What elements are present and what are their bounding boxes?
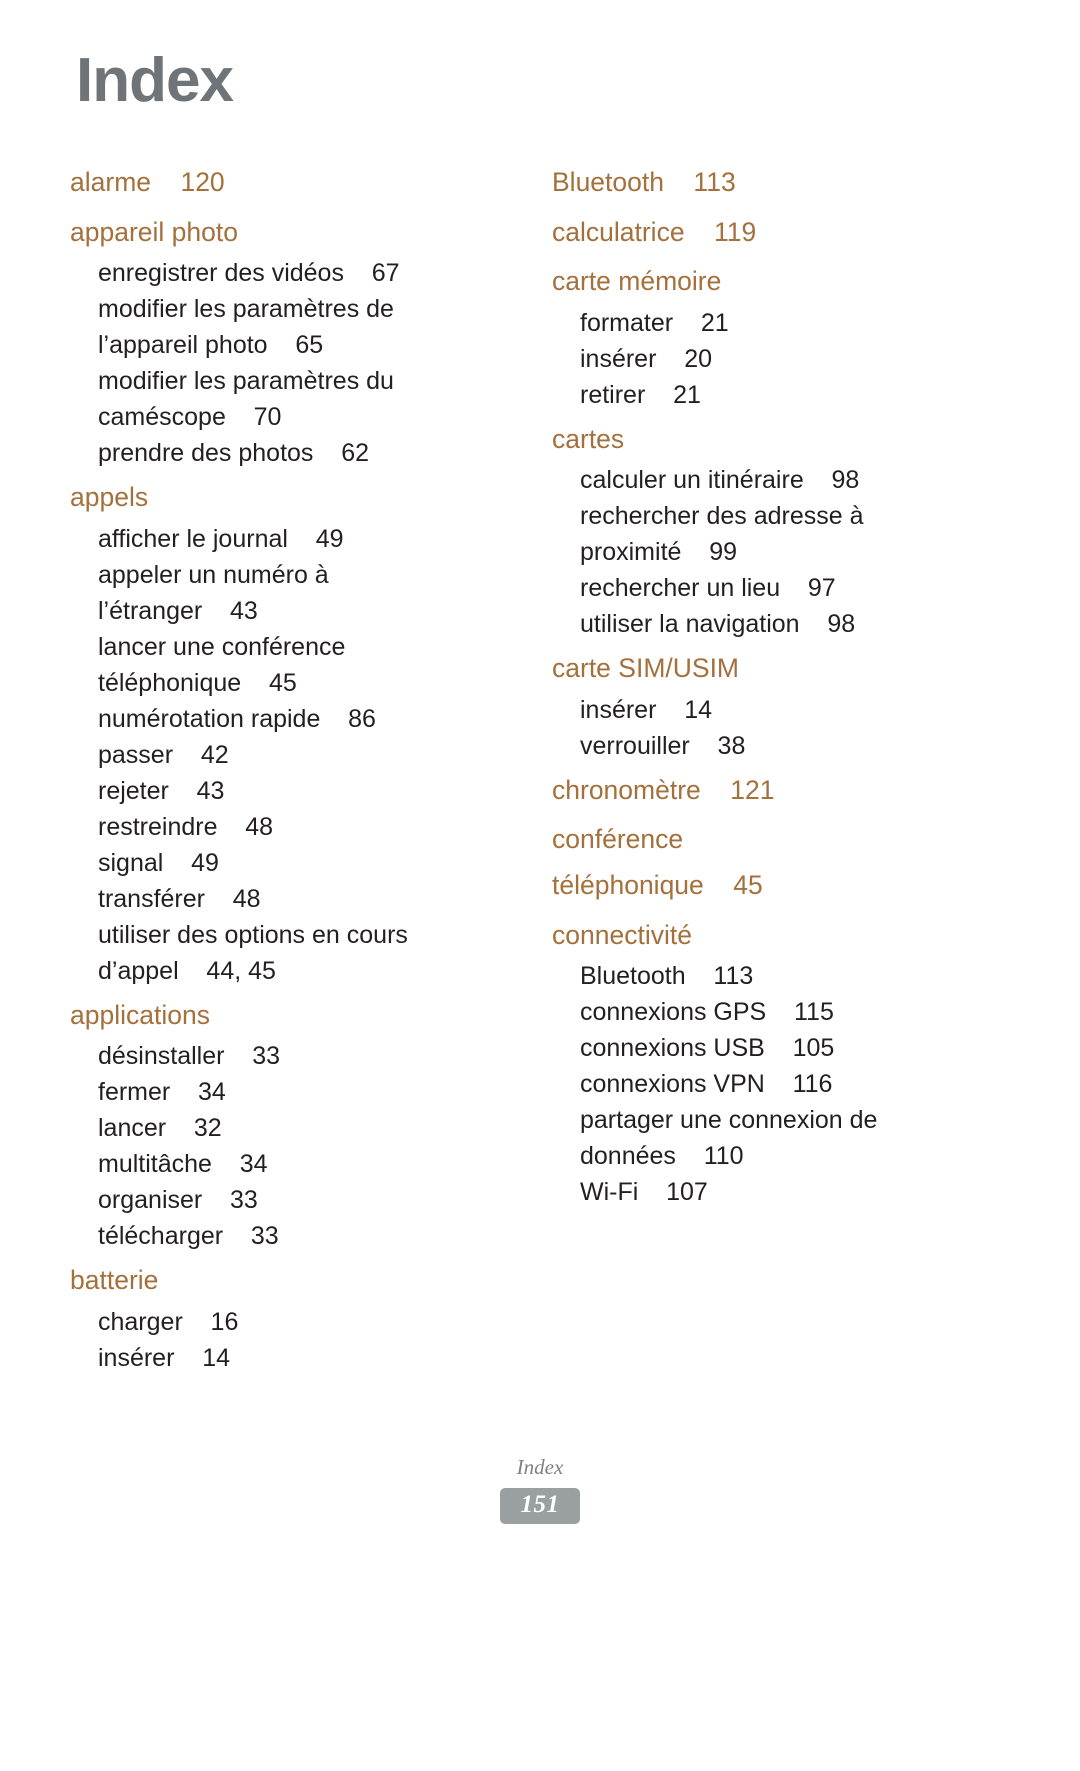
index-entry: appels afficher le journal 49 appeler un… (70, 475, 494, 989)
index-subentry[interactable]: utiliser la navigation 98 (552, 606, 976, 642)
index-subentry[interactable]: organiser 33 (70, 1182, 494, 1218)
index-subentry[interactable]: multitâche 34 (70, 1146, 494, 1182)
index-subentry[interactable]: rechercher un lieu 97 (552, 570, 976, 606)
index-entry-term[interactable]: carte SIM/USIM (552, 646, 976, 692)
index-subentry[interactable]: connexions GPS 115 (552, 994, 976, 1030)
index-subentry[interactable]: enregistrer des vidéos 67 (70, 255, 494, 291)
index-subentry-list: formater 21 insérer 20 retirer 21 (552, 305, 976, 413)
index-subentry[interactable]: modifier les paramètres de l’appareil ph… (70, 291, 494, 363)
index-subentry[interactable]: désinstaller 33 (70, 1038, 494, 1074)
index-subentry[interactable]: Bluetooth 113 (552, 958, 976, 994)
index-subentry[interactable]: formater 21 (552, 305, 976, 341)
index-subentry[interactable]: charger 16 (70, 1304, 494, 1340)
page-footer: Index 151 (0, 1455, 1080, 1525)
index-entry: chronomètre 121 (552, 768, 976, 814)
index-page: Index alarme 120 appareil photo enregist… (0, 0, 1080, 1771)
index-entry-term[interactable]: conférence téléphonique 45 (552, 817, 976, 908)
index-subentry[interactable]: rechercher des adresse à proximité 99 (552, 498, 976, 570)
index-subentry-list: insérer 14 verrouiller 38 (552, 692, 976, 764)
index-subentry[interactable]: fermer 34 (70, 1074, 494, 1110)
footer-section-label: Index (516, 1455, 564, 1479)
index-subentry-list: afficher le journal 49 appeler un numéro… (70, 521, 494, 989)
index-subentry[interactable]: numérotation rapide 86 (70, 701, 494, 737)
index-entry: conférence téléphonique 45 (552, 817, 976, 908)
index-entry: applications désinstaller 33 fermer 34 l… (70, 993, 494, 1255)
index-entry-term[interactable]: alarme 120 (70, 160, 494, 206)
index-subentry-list: charger 16 insérer 14 (70, 1304, 494, 1376)
index-subentry[interactable]: calculer un itinéraire 98 (552, 462, 976, 498)
index-subentry-list: enregistrer des vidéos 67 modifier les p… (70, 255, 494, 471)
index-entry: batterie charger 16 insérer 14 (70, 1258, 494, 1376)
index-subentry[interactable]: signal 49 (70, 845, 494, 881)
index-entry: alarme 120 (70, 160, 494, 206)
index-subentry[interactable]: afficher le journal 49 (70, 521, 494, 557)
page-title: Index (76, 46, 234, 115)
index-entry-term[interactable]: chronomètre 121 (552, 768, 976, 814)
index-entry: appareil photo enregistrer des vidéos 67… (70, 210, 494, 472)
index-entry: cartes calculer un itinéraire 98 recherc… (552, 417, 976, 643)
index-subentry[interactable]: prendre des photos 62 (70, 435, 494, 471)
index-columns: alarme 120 appareil photo enregistrer de… (70, 160, 1010, 1376)
index-subentry-list: calculer un itinéraire 98 rechercher des… (552, 462, 976, 642)
index-subentry[interactable]: restreindre 48 (70, 809, 494, 845)
page-number-badge: 151 (500, 1488, 580, 1525)
index-subentry[interactable]: télécharger 33 (70, 1218, 494, 1254)
index-subentry-list: désinstaller 33 fermer 34 lancer 32 mult… (70, 1038, 494, 1254)
index-subentry[interactable]: rejeter 43 (70, 773, 494, 809)
index-subentry[interactable]: lancer 32 (70, 1110, 494, 1146)
index-subentry[interactable]: insérer 14 (552, 692, 976, 728)
index-column-right: Bluetooth 113 calculatrice 119 carte mém… (552, 160, 976, 1376)
index-subentry[interactable]: transférer 48 (70, 881, 494, 917)
index-entry-term[interactable]: appels (70, 475, 494, 521)
index-entry-term[interactable]: cartes (552, 417, 976, 463)
index-entry-term[interactable]: connectivité (552, 913, 976, 959)
index-subentry[interactable]: passer 42 (70, 737, 494, 773)
index-entry: Bluetooth 113 (552, 160, 976, 206)
index-subentry[interactable]: insérer 20 (552, 341, 976, 377)
index-subentry[interactable]: verrouiller 38 (552, 728, 976, 764)
index-entry-term[interactable]: applications (70, 993, 494, 1039)
index-entry-term[interactable]: Bluetooth 113 (552, 160, 976, 206)
index-entry: calculatrice 119 (552, 210, 976, 256)
index-subentry[interactable]: connexions VPN 116 (552, 1066, 976, 1102)
index-entry-term[interactable]: calculatrice 119 (552, 210, 976, 256)
index-column-left: alarme 120 appareil photo enregistrer de… (70, 160, 494, 1376)
index-subentry[interactable]: lancer une conférence téléphonique 45 (70, 629, 494, 701)
index-subentry[interactable]: retirer 21 (552, 377, 976, 413)
index-entry-term[interactable]: appareil photo (70, 210, 494, 256)
index-subentry-list: Bluetooth 113 connexions GPS 115 connexi… (552, 958, 976, 1210)
index-entry: connectivité Bluetooth 113 connexions GP… (552, 913, 976, 1211)
index-entry-term[interactable]: batterie (70, 1258, 494, 1304)
index-subentry[interactable]: appeler un numéro à l’étranger 43 (70, 557, 494, 629)
index-entry-term[interactable]: carte mémoire (552, 259, 976, 305)
index-subentry[interactable]: utiliser des options en cours d’appel 44… (70, 917, 494, 989)
index-subentry[interactable]: connexions USB 105 (552, 1030, 976, 1066)
index-subentry[interactable]: partager une connexion de données 110 (552, 1102, 976, 1174)
index-entry: carte mémoire formater 21 insérer 20 ret… (552, 259, 976, 413)
index-subentry[interactable]: modifier les paramètres du caméscope 70 (70, 363, 494, 435)
index-entry: carte SIM/USIM insérer 14 verrouiller 38 (552, 646, 976, 764)
index-subentry[interactable]: insérer 14 (70, 1340, 494, 1376)
index-subentry[interactable]: Wi-Fi 107 (552, 1174, 976, 1210)
